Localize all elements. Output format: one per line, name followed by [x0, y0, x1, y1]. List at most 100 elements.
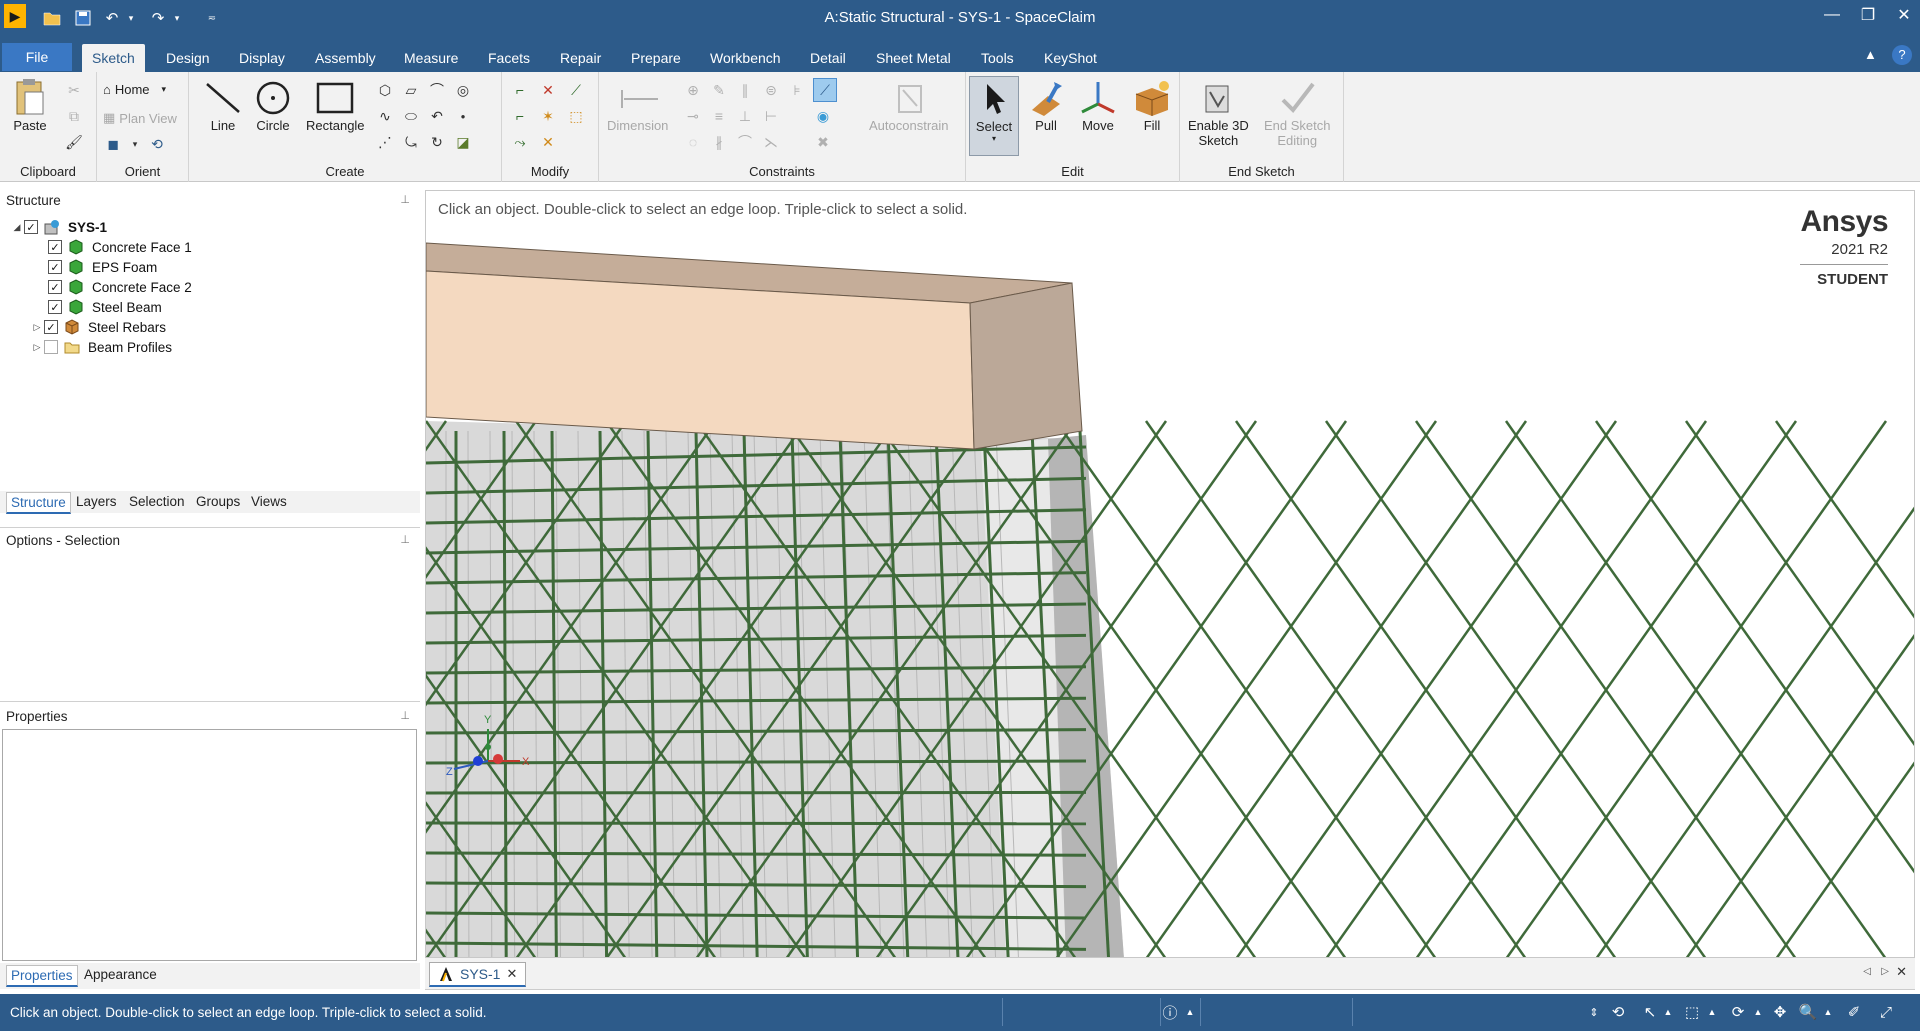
tree-item-checkbox[interactable]: ✓	[44, 320, 58, 334]
pin-icon[interactable]: ⊥	[400, 193, 410, 206]
sketch-fillet-icon[interactable]: ⌐	[510, 80, 530, 100]
vertical-icon[interactable]: ⊧	[787, 80, 807, 100]
spin-icon[interactable]: ⟳	[1728, 1002, 1748, 1022]
graphics-viewport[interactable]: Y X Z Click an object. Double-click to s…	[425, 190, 1915, 958]
spline-icon[interactable]: ∿	[375, 106, 395, 126]
pin-icon[interactable]: ⊥	[400, 709, 410, 722]
paste-button[interactable]: Paste	[10, 78, 50, 133]
info-dropdown-icon[interactable]: ▲	[1180, 1002, 1200, 1022]
angle-icon[interactable]: ⋋	[761, 132, 781, 152]
select-mode-icon[interactable]: ↖	[1640, 1002, 1660, 1022]
ellipse-icon[interactable]: ⬭	[401, 106, 421, 126]
tree-item-eps-foam[interactable]: ✓ EPS Foam	[34, 257, 157, 277]
select-dropdown-icon[interactable]: ▾	[992, 134, 996, 143]
polygon-icon[interactable]: ⬡	[375, 80, 395, 100]
coincident-icon[interactable]: ✎	[709, 80, 729, 100]
snap-view-icon[interactable]: ⟲	[147, 134, 167, 154]
split-curve-icon[interactable]: ✶	[538, 106, 558, 126]
tab-facets[interactable]: Facets	[478, 44, 540, 72]
three-point-rectangle-icon[interactable]: ▱	[401, 80, 421, 100]
point-icon[interactable]: ●	[453, 106, 473, 126]
tree-root-sys-1[interactable]: ◢ ✓ SYS-1	[10, 217, 107, 237]
properties-grid[interactable]	[2, 729, 417, 961]
sketch-plane-icon[interactable]: ✐	[1844, 1002, 1864, 1022]
tab-properties[interactable]: Properties	[6, 965, 78, 987]
zoom-icon[interactable]: 🔍	[1798, 1002, 1818, 1022]
three-point-circle-icon[interactable]: ◎	[453, 80, 473, 100]
tab-tools[interactable]: Tools	[971, 44, 1024, 72]
spin-dropdown-icon[interactable]: ▲	[1748, 1002, 1768, 1022]
help-icon[interactable]: ?	[1892, 45, 1912, 65]
tree-item-checkbox[interactable]: ✓	[48, 300, 62, 314]
concentric-icon[interactable]: ◌	[683, 132, 703, 152]
symmetric-icon[interactable]: ⊢	[761, 106, 781, 126]
tree-item-steel-rebars[interactable]: ▷ ✓ Steel Rebars	[30, 317, 166, 337]
line-button[interactable]: Line	[203, 78, 243, 133]
tab-views[interactable]: Views	[247, 492, 291, 511]
scale-icon[interactable]: ✕	[538, 132, 558, 152]
box-select-dropdown-icon[interactable]: ▲	[1702, 1002, 1722, 1022]
tab-file[interactable]: File	[2, 43, 72, 71]
pan-icon[interactable]: ✥	[1770, 1002, 1790, 1022]
plan-view-button[interactable]: ▦ Plan View	[103, 110, 177, 126]
copy-icon[interactable]: ⧉	[64, 106, 84, 126]
collapse-icon[interactable]: ◢	[10, 222, 24, 233]
delete-constraint-icon[interactable]: ✖	[813, 132, 833, 152]
corner-icon[interactable]: ⌐	[510, 106, 530, 126]
create-rounded-corner-icon[interactable]: ◪	[453, 132, 473, 152]
tab-sketch[interactable]: Sketch	[82, 44, 145, 72]
tab-display[interactable]: Display	[229, 44, 295, 72]
tab-selection[interactable]: Selection	[125, 492, 189, 511]
circle-button[interactable]: Circle	[253, 78, 293, 133]
face-curve-icon[interactable]: ↻	[427, 132, 447, 152]
beam-side-face[interactable]	[969, 282, 1083, 450]
document-tab-sys-1[interactable]: SYS-1 ✕	[429, 962, 527, 987]
fill-button[interactable]: Fill	[1132, 78, 1172, 133]
home-button[interactable]: ⌂ Home ▾	[103, 82, 166, 97]
tangent-constraint-icon[interactable]: ⟋	[813, 78, 837, 102]
parallel-icon[interactable]: ∥	[735, 80, 755, 100]
tab-keyshot[interactable]: KeyShot	[1034, 44, 1107, 72]
tab-workbench[interactable]: Workbench	[700, 44, 791, 72]
enable-3d-sketch-button[interactable]: Enable 3D Sketch	[1188, 78, 1249, 148]
bend-icon[interactable]: ⤳	[510, 132, 530, 152]
tab-layers[interactable]: Layers	[72, 492, 121, 511]
sweep-arc-icon[interactable]: ↶	[427, 106, 447, 126]
format-painter-icon[interactable]: 🖌	[64, 132, 84, 152]
collapse-ribbon-icon[interactable]: ▲	[1864, 47, 1877, 62]
tangent-arc-icon[interactable]: ⌒	[427, 80, 447, 100]
restore-icon[interactable]: ❐	[1848, 0, 1888, 30]
construction-line-icon[interactable]: ⋰	[375, 132, 395, 152]
select-button[interactable]: Select ▾	[969, 76, 1019, 156]
tree-item-beam-profiles[interactable]: ▷ Beam Profiles	[30, 337, 173, 357]
end-sketch-editing-button[interactable]: End Sketch Editing	[1264, 78, 1331, 148]
tree-item-checkbox[interactable]	[44, 340, 58, 354]
perpendicular-icon[interactable]: ⊥	[735, 106, 755, 126]
smooth-icon[interactable]: ⌒	[735, 132, 755, 152]
move-button[interactable]: Move	[1078, 78, 1118, 133]
tab-detail[interactable]: Detail	[800, 44, 856, 72]
tab-groups[interactable]: Groups	[192, 492, 244, 511]
close-tab-icon[interactable]: ✕	[506, 966, 517, 982]
tree-item-checkbox[interactable]: ✓	[48, 280, 62, 294]
x-axis-handle[interactable]	[493, 754, 503, 764]
scroll-tabs-left-icon[interactable]: ◁	[1863, 966, 1871, 977]
expand-icon[interactable]: ▷	[30, 342, 44, 353]
scroll-tabs-right-icon[interactable]: ▷	[1881, 966, 1889, 977]
midpoint-icon[interactable]: ≡	[709, 106, 729, 126]
close-icon[interactable]: ✕	[1884, 0, 1920, 30]
root-checkbox[interactable]: ✓	[24, 220, 38, 234]
rotate-view-icon[interactable]: ⟲	[1608, 1002, 1628, 1022]
y-axis-handle[interactable]	[485, 744, 491, 750]
tree-item-concrete-face-2[interactable]: ✓ Concrete Face 2	[34, 277, 192, 297]
tab-prepare[interactable]: Prepare	[621, 44, 691, 72]
cut-icon[interactable]: ✂	[64, 80, 84, 100]
minimize-icon[interactable]: —	[1812, 0, 1852, 30]
z-axis-handle[interactable]	[473, 756, 483, 766]
trim-away-icon[interactable]: ✕	[538, 80, 558, 100]
three-point-arc-icon[interactable]: ⤿	[401, 132, 421, 152]
tab-repair[interactable]: Repair	[550, 44, 611, 72]
horizontal-icon[interactable]: ⊸	[683, 106, 703, 126]
spin-arrows-icon[interactable]: ⇕	[1584, 1002, 1604, 1022]
pin-icon[interactable]: ⊥	[400, 533, 410, 546]
